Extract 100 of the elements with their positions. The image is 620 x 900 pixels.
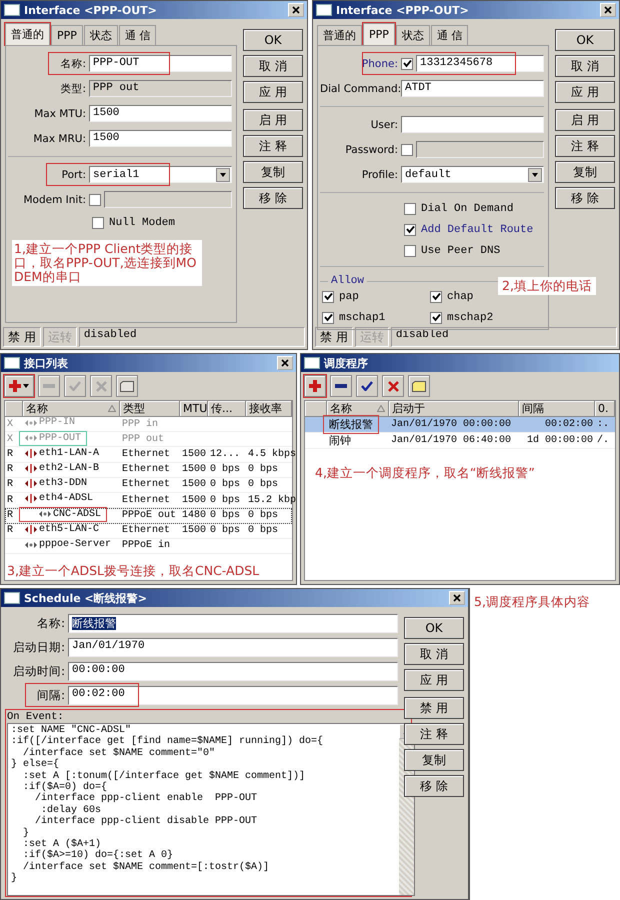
tab[interactable]: PPP (363, 23, 395, 45)
column-header[interactable]: 接收率 (246, 401, 292, 417)
table-row[interactable]: R CNC-ADSL PPPoE out 1480 0 bps 0 bps (5, 508, 292, 524)
table-row[interactable]: 断线报警 Jan/01/1970 00:00:00 00:02:00 :. (305, 417, 615, 433)
checkbox[interactable] (401, 58, 413, 70)
schedule-name: 断线报警 (329, 417, 373, 432)
code-line: } (11, 873, 18, 885)
table-row[interactable]: 闹钟 Jan/01/1970 06:40:00 1d 00:00:00 /. (305, 433, 615, 449)
dialog-button[interactable]: OK (404, 617, 464, 639)
code-line: :delay 60s (41, 804, 102, 816)
tab[interactable]: 通 信 (118, 25, 156, 45)
text-field[interactable]: 1500 (89, 130, 232, 147)
window-title: 调度程序 (324, 356, 369, 370)
dialog-button[interactable]: 应 用 (404, 669, 464, 691)
close-button[interactable] (600, 3, 616, 17)
dialog-button[interactable]: 启 用 (243, 109, 303, 131)
checkbox[interactable] (92, 216, 104, 228)
text-field[interactable]: ATDT (401, 80, 544, 97)
dialog-button[interactable]: OK (243, 29, 303, 51)
dialog-button[interactable]: 移 除 (404, 775, 464, 797)
dialog-button[interactable]: 注 释 (404, 723, 464, 745)
enable-button[interactable] (356, 375, 378, 397)
close-button[interactable] (288, 3, 304, 17)
tab[interactable]: 状态 (396, 25, 430, 45)
text-field[interactable]: PPP-OUT (89, 55, 232, 72)
checkbox[interactable] (404, 202, 416, 214)
checkbox[interactable] (89, 194, 101, 206)
column-header[interactable]: MTU (180, 401, 208, 417)
close-button[interactable] (449, 591, 465, 605)
comment-button[interactable] (408, 375, 430, 397)
dialog-button[interactable]: 启 用 (555, 109, 615, 131)
field-label: Modem Init: (22, 194, 86, 206)
text-field[interactable]: Jan/01/1970 (68, 638, 398, 656)
checkbox[interactable] (322, 290, 334, 302)
dialog-button[interactable]: 注 释 (555, 135, 615, 157)
annotation: 3,建立一个ADSL拨号连接，取名CNC-ADSL (6, 562, 260, 580)
dialog-button[interactable]: 注 释 (243, 135, 303, 157)
column-header[interactable]: 0. (595, 401, 615, 417)
dialog-button[interactable]: 取 消 (243, 55, 303, 77)
table-cell-text: 1500 (181, 525, 208, 536)
text-field[interactable] (416, 141, 544, 158)
remove-button[interactable] (330, 375, 352, 397)
column-header[interactable]: 名称 (327, 401, 389, 417)
tab[interactable]: 通 信 (430, 25, 468, 45)
dialog-button[interactable]: 取 消 (555, 55, 615, 77)
dropdown[interactable]: serial1 (89, 166, 232, 183)
field-label: 启动时间: (12, 664, 65, 678)
table-cell-text: /. (596, 435, 610, 446)
table-cell-text: Ethernet (121, 449, 172, 460)
dialog-button[interactable]: OK (555, 29, 615, 51)
checkbox[interactable] (404, 224, 416, 236)
dialog-button[interactable]: 移 除 (243, 187, 303, 209)
text-field[interactable] (104, 191, 232, 208)
table-cell-text: 12... (209, 449, 242, 460)
table-cell-text: 0 bps (209, 464, 242, 476)
column-header[interactable]: 间隔 (519, 401, 595, 417)
add-button[interactable] (304, 375, 326, 397)
checkbox[interactable] (404, 244, 416, 256)
text-field[interactable]: PPP out (89, 80, 232, 97)
checkbox[interactable] (430, 290, 442, 302)
text-field[interactable]: 断线报警 (68, 614, 398, 632)
table-row[interactable]: pppoe-Server PPPoE in (5, 538, 292, 554)
table-cell-text: Ethernet (121, 464, 172, 476)
tab[interactable]: 普通的 (317, 25, 362, 45)
flag-text: X (7, 434, 14, 445)
disable-button[interactable] (382, 375, 404, 397)
dialog-button[interactable]: 取 消 (404, 643, 464, 665)
table-cell-text: Ethernet (121, 525, 172, 536)
checkbox[interactable] (322, 312, 334, 324)
text-field[interactable]: 13312345678 (416, 55, 544, 72)
dialog-button[interactable]: 应 用 (243, 81, 303, 103)
column-header[interactable]: 传... (208, 401, 246, 417)
close-button[interactable] (277, 356, 293, 370)
add-button[interactable] (4, 375, 34, 397)
table-row[interactable]: R eth3-DDN Ethernet 1500 0 bps 0 bps (5, 478, 292, 494)
text-field[interactable]: 1500 (89, 105, 232, 122)
checkbox[interactable] (430, 312, 442, 324)
dialog-button[interactable]: 复制 (404, 749, 464, 771)
column-header[interactable] (5, 401, 23, 417)
text-field[interactable]: 00:00:00 (68, 662, 398, 680)
text-field[interactable]: 00:02:00 (68, 686, 398, 704)
code-line: :set NAME "CNC-ADSL" (11, 725, 132, 736)
checkbox[interactable] (401, 144, 413, 156)
column-header[interactable]: 名称 (23, 401, 120, 417)
dialog-button[interactable]: 禁 用 (404, 697, 464, 719)
tab[interactable]: 普通的 (5, 23, 50, 45)
column-header[interactable]: 启动于 (389, 401, 519, 417)
check-icon (69, 381, 81, 391)
dialog-button[interactable]: 移 除 (555, 187, 615, 209)
tab[interactable]: 状态 (84, 25, 118, 45)
dialog-button[interactable]: 复制 (243, 161, 303, 183)
dialog-button[interactable]: 复制 (555, 161, 615, 183)
table-row[interactable]: R eth2-LAN-B Ethernet 1500 0 bps 0 bps (5, 462, 292, 478)
text-field[interactable] (401, 116, 544, 133)
dialog-button[interactable]: 应 用 (555, 81, 615, 103)
dropdown[interactable]: default (401, 166, 544, 183)
column-header[interactable]: 类型 (120, 401, 180, 417)
tab[interactable]: PPP (51, 25, 83, 45)
field-label: 间隔: (36, 688, 65, 702)
table-row[interactable]: R eth5-LAN-C Ethernet 1500 0 bps 0 bps (5, 524, 292, 539)
